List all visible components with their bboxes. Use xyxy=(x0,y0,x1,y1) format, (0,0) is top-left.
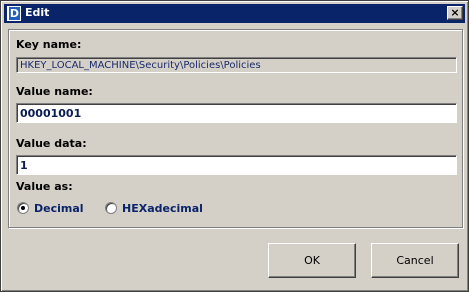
key-name-label: Key name: xyxy=(16,38,82,51)
registry-editor-icon: D xyxy=(7,6,21,21)
value-data-label: Value data: xyxy=(16,137,87,150)
close-button[interactable]: × xyxy=(447,6,463,20)
decimal-radio[interactable]: Decimal xyxy=(17,201,84,215)
window-title: Edit xyxy=(25,6,50,19)
ok-button[interactable]: OK xyxy=(268,243,356,278)
value-data-input[interactable]: 1 xyxy=(16,155,457,175)
radio-checked-icon xyxy=(17,202,29,214)
decimal-radio-label: Decimal xyxy=(34,201,84,215)
cancel-button[interactable]: Cancel xyxy=(371,243,459,278)
radio-unchecked-icon xyxy=(105,202,117,214)
title-bar[interactable]: D Edit × xyxy=(4,4,465,23)
hexadecimal-radio[interactable]: HEXadecimal xyxy=(105,201,203,215)
close-icon: × xyxy=(450,6,460,19)
value-name-input[interactable]: 00001001 xyxy=(16,103,457,123)
value-as-label: Value as: xyxy=(16,180,73,193)
hexadecimal-radio-label: HEXadecimal xyxy=(122,201,203,215)
edit-dialog: D Edit × Key name: HKEY_LOCAL_MACHINE\Se… xyxy=(0,0,469,292)
key-name-field: HKEY_LOCAL_MACHINE\Security\Policies\Pol… xyxy=(16,57,457,73)
value-name-label: Value name: xyxy=(16,85,93,98)
